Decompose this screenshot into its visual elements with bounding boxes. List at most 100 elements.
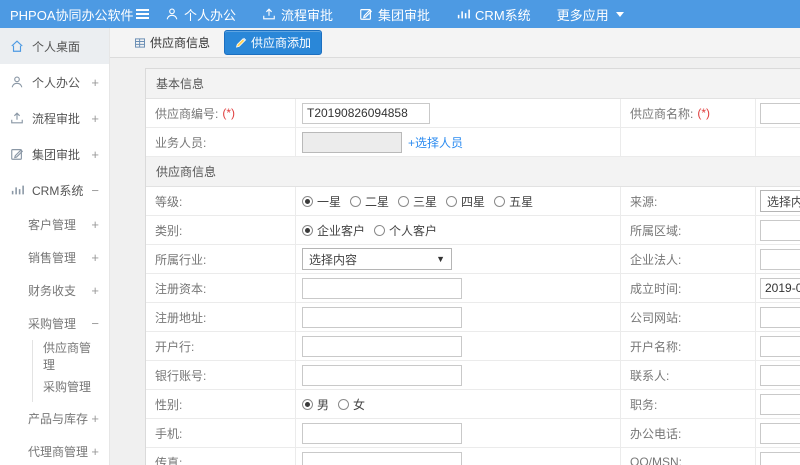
sidebar-item-3[interactable]: 集团审批 + — [0, 136, 109, 172]
hamburger-icon[interactable] — [136, 9, 149, 19]
topbar-menu-label: 流程审批 — [281, 7, 334, 23]
sidebar-item-6[interactable]: 销售管理 + — [0, 241, 109, 274]
sidebar-item-8[interactable]: 采购管理 − — [0, 307, 109, 340]
field-label: 注册资本: — [146, 274, 296, 302]
radio-label: 个人客户 — [389, 223, 438, 238]
field-label-text: 类别: — [155, 223, 183, 238]
field-cell — [296, 332, 621, 360]
field-label-text: 等级: — [155, 194, 183, 209]
sidebar-item-2[interactable]: 流程审批 + — [0, 100, 109, 136]
text-input[interactable] — [302, 102, 430, 124]
text-input[interactable] — [760, 248, 800, 270]
radio-option[interactable]: 企业客户 — [302, 222, 365, 239]
topbar-menu-item[interactable]: 集团审批 — [359, 5, 430, 24]
radio-option[interactable]: 四星 — [446, 193, 485, 210]
radio-option[interactable]: 二星 — [350, 193, 389, 210]
select-dropdown[interactable]: 选择内容▼ — [760, 190, 800, 212]
field-cell — [296, 419, 621, 447]
field-label-text: 公司网站: — [630, 310, 682, 325]
select-person-link[interactable]: +选择人员 — [408, 134, 463, 151]
text-input[interactable] — [302, 422, 462, 444]
radio-label: 男 — [317, 397, 330, 412]
field-cell — [296, 448, 621, 465]
expand-plus-icon[interactable]: + — [91, 283, 99, 298]
form-row: 供应商编号:(*)供应商名称:(*) — [146, 99, 800, 128]
topbar-menu-item[interactable]: 流程审批 — [262, 5, 333, 24]
text-input[interactable] — [302, 131, 402, 153]
field-label: 所属区域: — [621, 216, 756, 244]
topbar-menu: 个人办公 流程审批 集团审批 CRM系统 更多应用 — [165, 5, 624, 24]
sidebar-item-9[interactable]: 供应商管理 — [32, 340, 109, 372]
select-dropdown[interactable]: 选择内容▼ — [302, 248, 452, 270]
sidebar-item-label: 集团审批 — [32, 147, 81, 162]
expand-plus-icon[interactable]: + — [91, 111, 99, 126]
radio-option[interactable]: 一星 — [302, 193, 341, 210]
expand-plus-icon[interactable]: + — [91, 411, 99, 426]
field-label: 开户名称: — [621, 332, 756, 360]
text-input[interactable] — [760, 219, 800, 241]
field-label: 成立时间: — [621, 274, 756, 302]
text-input[interactable] — [302, 335, 462, 357]
field-label: 企业法人: — [621, 245, 756, 273]
field-cell — [756, 361, 800, 389]
sidebar-item-11[interactable]: 产品与库存 + — [0, 402, 109, 435]
topbar-menu-item[interactable]: 更多应用 — [557, 5, 624, 24]
text-input[interactable] — [302, 277, 462, 299]
field-label: 职务: — [621, 390, 756, 418]
radio-selected-icon — [302, 398, 313, 410]
text-input[interactable] — [302, 451, 462, 465]
sidebar-item-1[interactable]: 个人办公 + — [0, 64, 109, 100]
tab-label: 供应商添加 — [251, 36, 312, 50]
text-input[interactable] — [760, 277, 800, 299]
radio-unselected-icon — [374, 224, 386, 236]
field-label-text: 企业法人: — [630, 252, 682, 267]
topbar-menu-item[interactable]: CRM系统 — [456, 5, 531, 24]
user-icon — [10, 75, 25, 90]
field-label: 公司网站: — [621, 303, 756, 331]
expand-plus-icon[interactable]: + — [91, 250, 99, 265]
radio-option[interactable]: 女 — [338, 396, 365, 413]
field-cell — [296, 99, 621, 127]
form-row: 等级: 一星 二星 三星 四星 五星 来源: 选择内容▼ — [146, 187, 800, 216]
field-label-text: 联系人: — [630, 368, 670, 383]
text-input[interactable] — [760, 393, 800, 415]
sidebar-item-12[interactable]: 代理商管理 + — [0, 435, 109, 465]
text-input[interactable] — [760, 422, 800, 444]
text-input[interactable] — [760, 306, 800, 328]
radio-option[interactable]: 男 — [302, 396, 329, 413]
text-input[interactable] — [302, 306, 462, 328]
radio-option[interactable]: 个人客户 — [374, 222, 437, 239]
field-cell — [756, 448, 800, 465]
field-label: 业务人员: — [146, 128, 296, 156]
tab-bar: 供应商信息 供应商添加 — [110, 28, 800, 58]
radio-option[interactable]: 五星 — [494, 193, 533, 210]
radio-option[interactable]: 三星 — [398, 193, 437, 210]
sidebar-item-5[interactable]: 客户管理 + — [0, 208, 109, 241]
sidebar-item-4[interactable]: CRM系统 − — [0, 172, 109, 208]
collapse-minus-icon[interactable]: − — [91, 183, 99, 198]
text-input[interactable] — [760, 451, 800, 465]
field-label: 类别: — [146, 216, 296, 244]
expand-plus-icon[interactable]: + — [91, 444, 99, 459]
expand-plus-icon[interactable]: + — [91, 217, 99, 232]
text-input[interactable] — [760, 335, 800, 357]
expand-plus-icon[interactable]: + — [91, 147, 99, 162]
tab-1[interactable]: 供应商添加 — [224, 30, 323, 55]
sidebar-item-7[interactable]: 财务收支 + — [0, 274, 109, 307]
home-icon — [10, 39, 25, 54]
expand-plus-icon[interactable]: + — [91, 75, 99, 90]
text-input[interactable] — [760, 102, 800, 124]
form-row: 传真: QQ/MSN: — [146, 448, 800, 465]
sidebar-item-label: 供应商管理 — [43, 340, 92, 372]
sidebar-item-0[interactable]: 个人桌面 — [0, 28, 109, 64]
select-value: 选择内容 — [767, 194, 800, 209]
sidebar-item-label: 采购管理 — [43, 380, 92, 394]
text-input[interactable] — [302, 364, 462, 386]
collapse-minus-icon[interactable]: − — [91, 316, 99, 331]
sidebar-item-10[interactable]: 采购管理 — [32, 371, 109, 402]
main-content: 供应商信息供应商添加 基本信息供应商编号:(*)供应商名称:(*)业务人员:+选… — [110, 28, 800, 465]
topbar-menu-label: 个人办公 — [184, 7, 237, 23]
tab-0[interactable]: 供应商信息 — [132, 31, 212, 54]
text-input[interactable] — [760, 364, 800, 386]
topbar-menu-item[interactable]: 个人办公 — [165, 5, 236, 24]
